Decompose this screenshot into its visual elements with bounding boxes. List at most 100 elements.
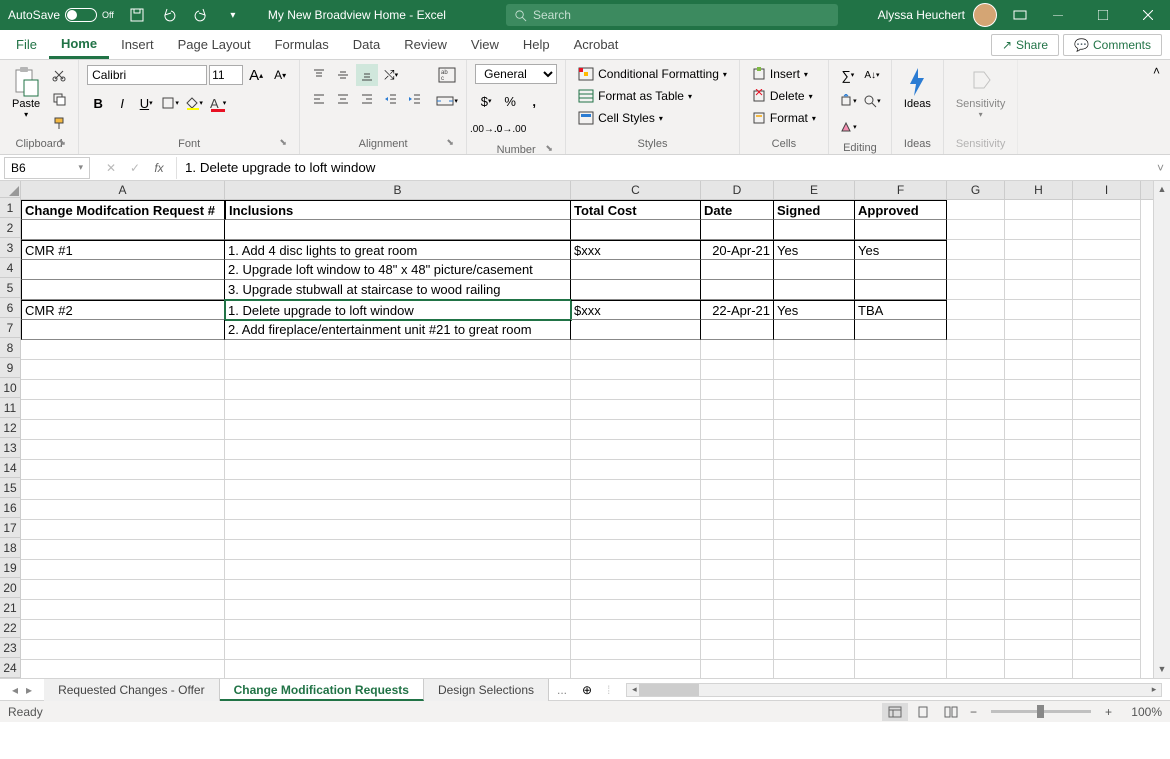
decrease-indent-button[interactable]	[380, 88, 402, 110]
cell-A19[interactable]	[21, 560, 225, 580]
launcher-icon[interactable]: ⬊	[444, 137, 456, 149]
cell-C6[interactable]: $xxx	[571, 300, 701, 320]
cell-F17[interactable]	[855, 520, 947, 540]
cell-F23[interactable]	[855, 640, 947, 660]
cell-D10[interactable]	[701, 380, 774, 400]
cell-B15[interactable]	[225, 480, 571, 500]
cell-B24[interactable]	[225, 660, 571, 678]
cell-D11[interactable]	[701, 400, 774, 420]
tab-view[interactable]: View	[459, 31, 511, 59]
qat-customize-icon[interactable]: ▾	[218, 0, 248, 30]
cell-H8[interactable]	[1005, 340, 1073, 360]
cell-D14[interactable]	[701, 460, 774, 480]
cell-F19[interactable]	[855, 560, 947, 580]
cell-G9[interactable]	[947, 360, 1005, 380]
cell-B23[interactable]	[225, 640, 571, 660]
cell-E13[interactable]	[774, 440, 855, 460]
column-header-E[interactable]: E	[774, 181, 855, 199]
cell-H24[interactable]	[1005, 660, 1073, 678]
decrease-decimal-button[interactable]: .0→.00	[499, 118, 521, 140]
cell-E14[interactable]	[774, 460, 855, 480]
cell-I9[interactable]	[1073, 360, 1141, 380]
cancel-formula-button[interactable]: ✕	[100, 157, 122, 179]
cell-B5[interactable]: 3. Upgrade stubwall at staircase to wood…	[225, 280, 571, 300]
cell-B9[interactable]	[225, 360, 571, 380]
vertical-scrollbar[interactable]: ▲ ▼	[1153, 181, 1170, 678]
cell-G2[interactable]	[947, 220, 1005, 240]
cell-B8[interactable]	[225, 340, 571, 360]
cell-E4[interactable]	[774, 260, 855, 280]
cell-I21[interactable]	[1073, 600, 1141, 620]
cell-D15[interactable]	[701, 480, 774, 500]
cell-I11[interactable]	[1073, 400, 1141, 420]
autosave-toggle[interactable]: AutoSave Off	[0, 8, 122, 22]
cell-B14[interactable]	[225, 460, 571, 480]
page-break-view-button[interactable]	[938, 703, 964, 721]
cell-B1[interactable]: Inclusions	[225, 200, 571, 220]
cell-B16[interactable]	[225, 500, 571, 520]
cell-I12[interactable]	[1073, 420, 1141, 440]
row-header-22[interactable]: 22	[0, 618, 20, 638]
cell-A16[interactable]	[21, 500, 225, 520]
cell-G14[interactable]	[947, 460, 1005, 480]
cell-G20[interactable]	[947, 580, 1005, 600]
cell-F11[interactable]	[855, 400, 947, 420]
cell-H23[interactable]	[1005, 640, 1073, 660]
cell-C14[interactable]	[571, 460, 701, 480]
row-header-8[interactable]: 8	[0, 338, 20, 358]
cell-E19[interactable]	[774, 560, 855, 580]
cell-H1[interactable]	[1005, 200, 1073, 220]
cell-D22[interactable]	[701, 620, 774, 640]
align-center-button[interactable]	[332, 88, 354, 110]
column-header-C[interactable]: C	[571, 181, 701, 199]
scroll-up-button[interactable]: ▲	[1154, 181, 1170, 198]
cell-F5[interactable]	[855, 280, 947, 300]
border-button[interactable]: ▾	[159, 92, 181, 114]
scroll-thumb[interactable]	[639, 684, 699, 696]
horizontal-scrollbar[interactable]: ◂ ▸	[626, 683, 1162, 697]
cell-C3[interactable]: $xxx	[571, 240, 701, 260]
cell-E1[interactable]: Signed	[774, 200, 855, 220]
cell-G8[interactable]	[947, 340, 1005, 360]
column-header-I[interactable]: I	[1073, 181, 1141, 199]
cell-C15[interactable]	[571, 480, 701, 500]
avatar[interactable]	[973, 3, 997, 27]
cell-D13[interactable]	[701, 440, 774, 460]
cell-D6[interactable]: 22-Apr-21	[701, 300, 774, 320]
launcher-icon[interactable]: ⬊	[277, 137, 289, 149]
cell-H4[interactable]	[1005, 260, 1073, 280]
column-header-A[interactable]: A	[21, 181, 225, 199]
cell-D2[interactable]	[701, 220, 774, 240]
cell-E11[interactable]	[774, 400, 855, 420]
cell-D3[interactable]: 20-Apr-21	[701, 240, 774, 260]
cell-F18[interactable]	[855, 540, 947, 560]
minimize-button[interactable]	[1035, 0, 1080, 30]
cell-I1[interactable]	[1073, 200, 1141, 220]
cell-H16[interactable]	[1005, 500, 1073, 520]
cell-B20[interactable]	[225, 580, 571, 600]
cell-G13[interactable]	[947, 440, 1005, 460]
column-header-G[interactable]: G	[947, 181, 1005, 199]
cell-A4[interactable]	[21, 260, 225, 280]
cell-H13[interactable]	[1005, 440, 1073, 460]
row-header-16[interactable]: 16	[0, 498, 20, 518]
cell-I7[interactable]	[1073, 320, 1141, 340]
tab-data[interactable]: Data	[341, 31, 392, 59]
tab-home[interactable]: Home	[49, 31, 109, 59]
cell-E22[interactable]	[774, 620, 855, 640]
cell-G5[interactable]	[947, 280, 1005, 300]
cell-E2[interactable]	[774, 220, 855, 240]
wrap-text-button[interactable]: abc	[436, 64, 458, 86]
cell-I18[interactable]	[1073, 540, 1141, 560]
cell-I8[interactable]	[1073, 340, 1141, 360]
cell-A15[interactable]	[21, 480, 225, 500]
cell-F7[interactable]	[855, 320, 947, 340]
cell-E9[interactable]	[774, 360, 855, 380]
cell-F20[interactable]	[855, 580, 947, 600]
close-button[interactable]	[1125, 0, 1170, 30]
cell-B19[interactable]	[225, 560, 571, 580]
cell-B12[interactable]	[225, 420, 571, 440]
cell-B11[interactable]	[225, 400, 571, 420]
cell-G10[interactable]	[947, 380, 1005, 400]
cell-H15[interactable]	[1005, 480, 1073, 500]
